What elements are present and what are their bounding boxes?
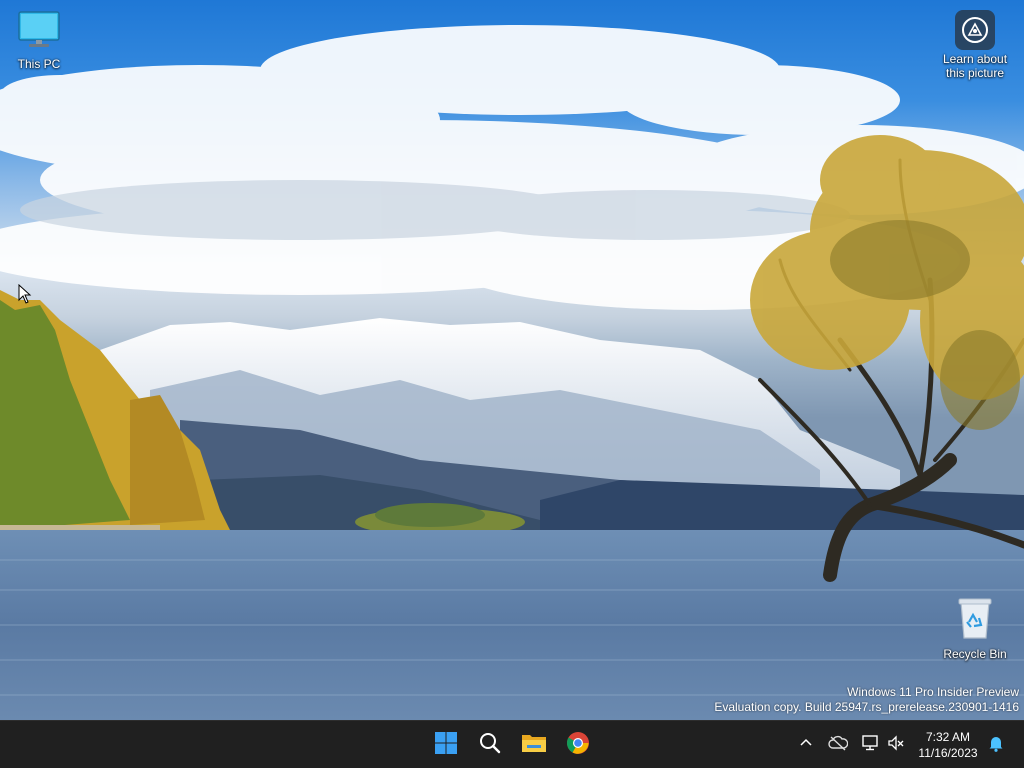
volume-muted-icon xyxy=(887,734,905,756)
taskbar: 7:32 AM 11/16/2023 xyxy=(0,720,1024,768)
desktop-wallpaper[interactable] xyxy=(0,0,1024,720)
show-hidden-icons-button[interactable] xyxy=(792,731,820,759)
chrome-icon xyxy=(566,731,590,760)
desktop-icon-label: This PC xyxy=(17,57,61,71)
notifications-button[interactable] xyxy=(982,731,1010,759)
clock-time: 7:32 AM xyxy=(925,730,971,744)
watermark-line-1: Windows 11 Pro Insider Preview xyxy=(847,685,1019,699)
clock-date: 11/16/2023 xyxy=(918,746,978,760)
start-button[interactable] xyxy=(426,725,466,765)
onedrive-button[interactable] xyxy=(824,731,852,759)
desktop-icon-label: Learn about this picture xyxy=(943,52,1007,80)
search-icon xyxy=(478,731,502,760)
folder-icon xyxy=(521,731,547,760)
onedrive-offline-icon xyxy=(828,735,849,756)
volume-button[interactable] xyxy=(882,731,910,759)
label-line-2: this picture xyxy=(945,66,1005,80)
mouse-pointer-icon xyxy=(18,283,32,309)
clock-button[interactable]: 7:32 AM 11/16/2023 xyxy=(912,729,984,761)
chrome-button[interactable] xyxy=(558,725,598,765)
build-watermark: Windows 11 Pro Insider Preview Evaluatio… xyxy=(714,685,1019,715)
recycle-bin-icon xyxy=(955,596,995,645)
desktop-icon-learn-about-picture[interactable]: Learn about this picture xyxy=(936,10,1014,80)
file-explorer-button[interactable] xyxy=(514,725,554,765)
network-icon xyxy=(861,734,879,756)
network-button[interactable] xyxy=(856,731,884,759)
monitor-icon xyxy=(17,10,61,55)
chevron-up-icon xyxy=(799,736,813,755)
desktop-icon-this-pc[interactable]: This PC xyxy=(0,10,78,71)
windows-logo-icon xyxy=(434,731,458,760)
watermark-line-2: Evaluation copy. Build 25947.rs_prerelea… xyxy=(714,700,1019,714)
desktop-icon-recycle-bin[interactable]: Recycle Bin xyxy=(936,596,1014,661)
landscape-illustration xyxy=(0,25,1024,720)
camera-lens-icon xyxy=(955,10,995,50)
search-button[interactable] xyxy=(470,725,510,765)
desktop-icon-label: Recycle Bin xyxy=(943,647,1007,661)
notification-bell-icon xyxy=(988,734,1004,757)
label-line-1: Learn about xyxy=(942,52,1008,66)
